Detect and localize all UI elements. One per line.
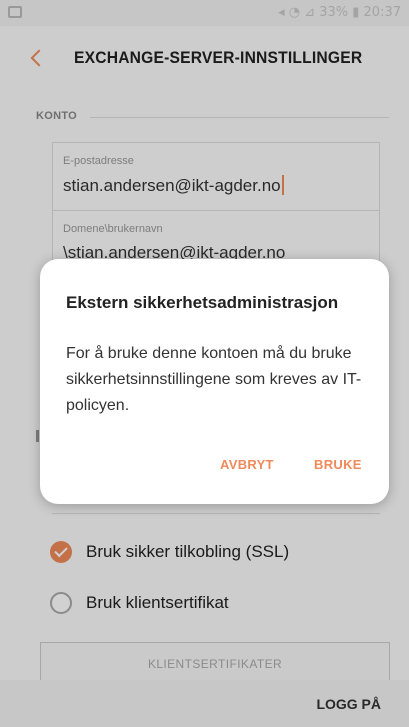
- dialog-title: Ekstern sikkerhetsadministrasjon: [66, 293, 339, 312]
- security-admin-dialog: Ekstern sikkerhetsadministrasjon For å b…: [40, 259, 389, 504]
- cancel-button[interactable]: AVBRYT: [220, 457, 274, 472]
- dialog-message: For å bruke denne kontoen må du bruke si…: [66, 345, 362, 414]
- apply-button[interactable]: BRUKE: [314, 457, 362, 472]
